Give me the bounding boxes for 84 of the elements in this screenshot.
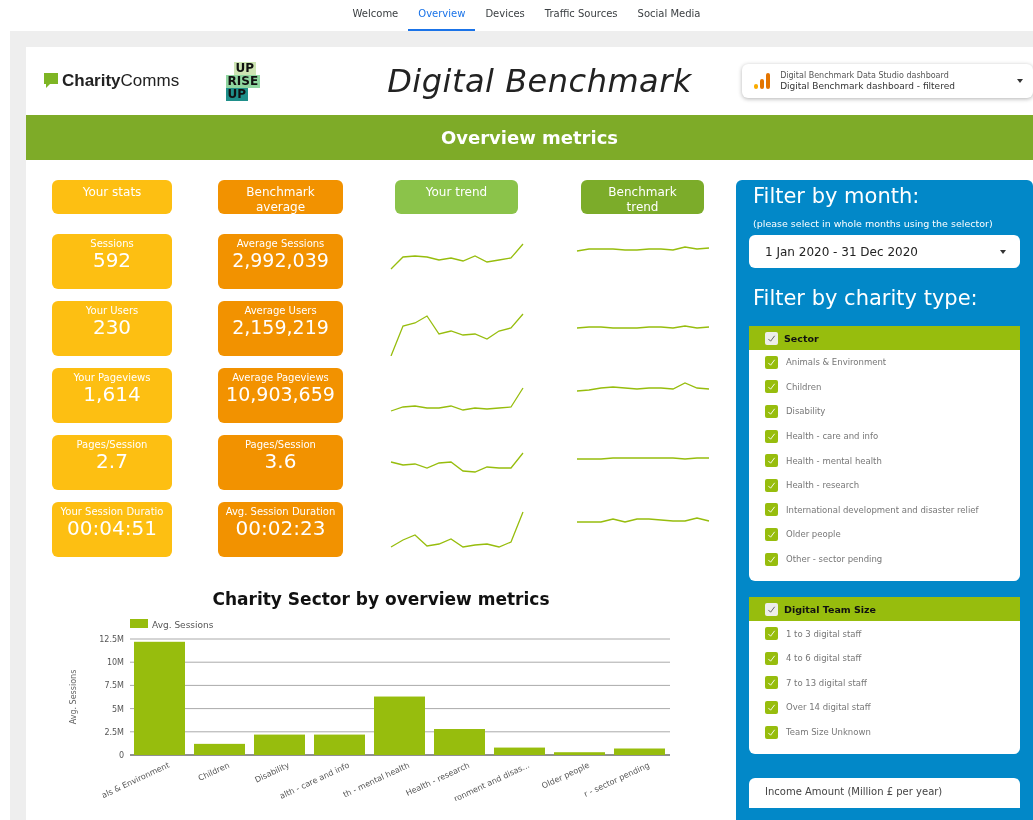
checkbox-label: International development and disaster relief [786,504,979,515]
data-source-selector[interactable]: Digital Benchmark Data Studio dashboard Digital Benchmark dashboard - filtered [742,64,1033,98]
checkbox[interactable] [765,602,778,616]
benchmark-card: Pages/Session 3.6 [218,435,343,490]
logo-word: UP [233,61,257,75]
nav-tab[interactable]: Devices [475,0,535,31]
checkbox[interactable] [765,503,778,517]
y-axis-title: Avg. Sessions [69,669,78,725]
benchmark-card: Average Pageviews 10,903,659 [218,368,343,423]
checkbox-label: Animals & Environment [786,357,887,368]
checkbox[interactable] [765,725,778,739]
bar [434,729,485,755]
y-tick-label: 12.5M [99,635,124,644]
hint-text: (please select in whole months using the selector) [753,218,994,229]
caret-icon [1000,249,1006,254]
column-header: Your stats [52,180,172,214]
bar [614,748,665,755]
checkbox[interactable] [765,454,778,468]
checkbox-label: Other - sector pending [786,554,883,565]
column-header: Benchmark trend [581,180,704,214]
checkbox-label: Health - mental health [786,455,882,466]
checkbox[interactable] [765,552,778,566]
checkbox-label: Disability [786,406,826,417]
stat-card: Sessions 592 [52,234,172,289]
column-header: Benchmark average [218,180,343,214]
checkbox-label: 4 to 6 digital staff [786,653,862,664]
benchmark-card: Average Users 2,159,219 [218,301,343,356]
date-range-dropdown[interactable]: 1 Jan 2020 - 31 Dec 2020 [749,235,1020,268]
nav-tab[interactable]: Social Media [627,0,711,31]
report-name: Digital Benchmark dashboard - filtered [780,81,956,92]
checkbox-label: 1 to 3 digital staff [786,628,862,639]
checkbox-label: 7 to 13 digital staff [786,677,867,688]
bar [314,734,365,755]
dashboard-title: Digital Benchmark [386,62,693,100]
bar [254,734,305,755]
nav-tab[interactable]: Traffic Sources [534,0,628,31]
checkbox-label: Older people [786,529,841,540]
logo-text: CharityComms [62,71,180,91]
section-banner: Overview metrics [26,115,1033,160]
stat-card: Your Users 230 [52,301,172,356]
checkbox[interactable] [765,478,778,492]
checkbox[interactable] [765,700,778,714]
stat-card: Your Session Duratio 00:04:51 [52,502,172,557]
benchmark-card: Average Sessions 2,992,039 [218,234,343,289]
checkbox-label: Team Size Unknown [786,727,871,737]
caret-icon [1017,79,1023,83]
checkbox[interactable] [765,627,778,641]
legend-label: Avg. Sessions [152,620,214,630]
nav-tab[interactable]: Welcome [342,0,409,31]
filter-list-header: Sector [749,326,1020,350]
bar [374,696,425,755]
y-tick-label: 7.5M [104,681,124,691]
stat-card: Your Pageviews 1,614 [52,368,172,423]
y-tick-label: 0 [118,751,124,760]
bar-chart-icon [754,73,771,89]
source-name: Digital Benchmark Data Studio dashboard [780,70,950,81]
checkbox[interactable] [765,527,778,541]
speech-bubble-icon [44,73,58,89]
bar [494,747,545,755]
bar [194,743,245,755]
column-header: Your trend [395,180,518,214]
y-tick-label: 10M [106,658,124,668]
checkbox-label: Over 14 digital staff [786,702,871,713]
y-tick-label: 2.5M [104,727,124,737]
checkbox[interactable] [765,331,778,345]
income-filter[interactable]: Income Amount (Million £ per year) [749,778,1020,809]
checkbox[interactable] [765,429,778,443]
checkbox[interactable] [765,651,778,665]
logo-word: RISE [225,74,261,88]
checkbox-label: Health - care and info [786,431,879,442]
checkbox-label: Children [786,381,822,392]
checkbox[interactable] [765,380,778,394]
panel-heading: Filter by charity type: [752,286,979,310]
bar [554,752,605,755]
chart-title: Charity Sector by overview metrics [211,589,551,609]
checkbox[interactable] [765,676,778,690]
checkbox-label: Health - research [786,480,860,491]
filter-list-header: Digital Team Size [749,597,1020,622]
stat-card: Pages/Session 2.7 [52,435,172,490]
benchmark-card: Avg. Session Duration 00:02:23 [218,502,343,557]
checkbox[interactable] [765,355,778,369]
checkbox[interactable] [765,405,778,418]
y-tick-label: 5M [112,704,124,714]
panel-heading: Filter by month: [752,184,921,208]
